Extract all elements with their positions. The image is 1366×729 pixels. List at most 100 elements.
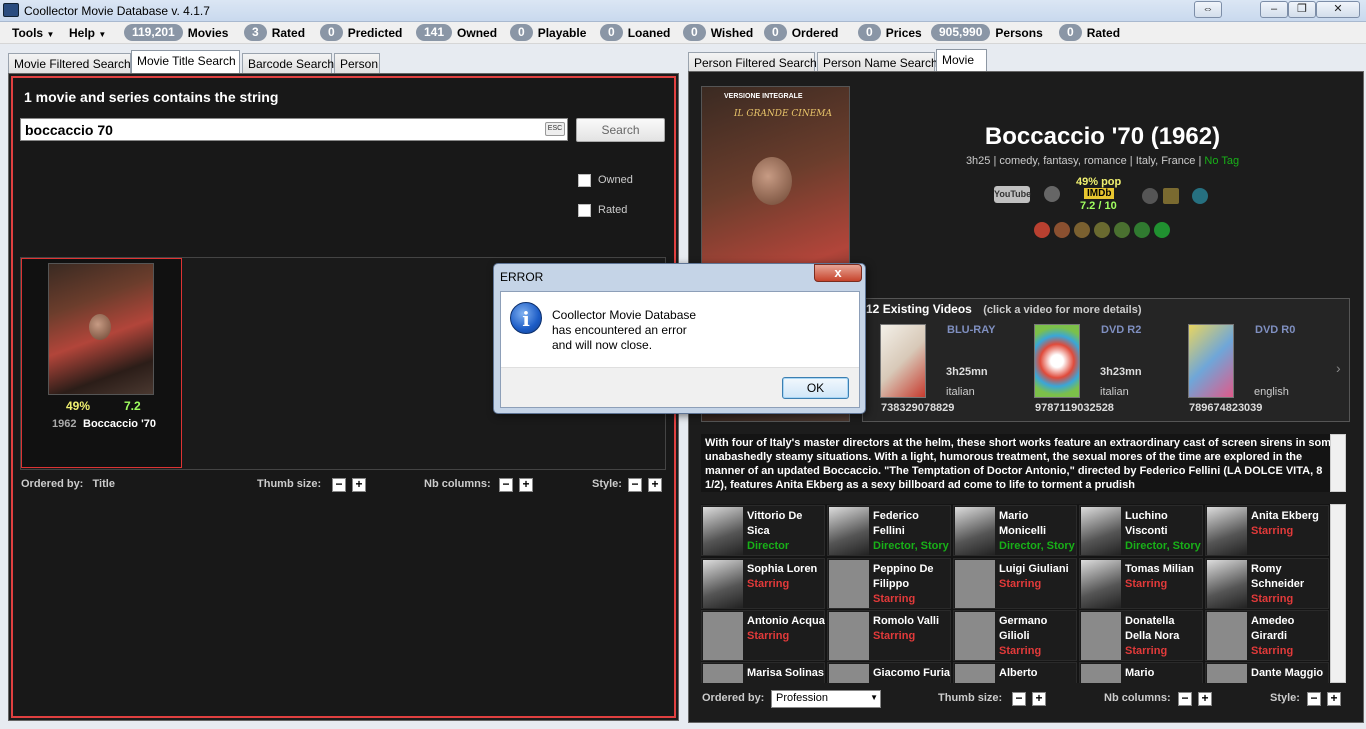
video-item[interactable]: DVD R0 english 789674823039 — [1188, 322, 1338, 418]
stat-prices[interactable]: 0 Prices — [858, 24, 922, 41]
cast-member[interactable]: Romy Schneider Starring — [1205, 558, 1329, 609]
folder-icon[interactable] — [1163, 188, 1179, 204]
cast-scrollbar[interactable] — [1330, 504, 1346, 683]
tab-person[interactable]: Person — [334, 53, 380, 73]
cast-style-increase-button[interactable]: + — [1327, 692, 1341, 706]
cast-member[interactable]: Anita Ekberg Starring — [1205, 505, 1329, 556]
stat-wished[interactable]: 0 Wished — [683, 24, 753, 41]
imdb-icon[interactable]: IMDb — [1084, 188, 1115, 199]
cast-name: Sophia Loren — [747, 563, 818, 575]
search-input[interactable] — [20, 118, 568, 141]
thumb-size-increase-button[interactable]: + — [352, 478, 366, 492]
rate-3-icon[interactable] — [1074, 222, 1090, 238]
stat-ordered[interactable]: 0 Ordered — [764, 24, 838, 41]
dialog-close-button[interactable]: x — [814, 264, 862, 282]
stat-rated[interactable]: 0 Rated — [1059, 24, 1120, 41]
stat-playable[interactable]: 0 Playable — [510, 24, 586, 41]
video-item[interactable]: BLU-RAY 3h25mn italian 738329078829 — [880, 322, 1030, 418]
rate-5-icon[interactable] — [1114, 222, 1130, 238]
cast-member[interactable]: Peppino De Filippo Starring — [827, 558, 951, 609]
play-icon[interactable] — [1192, 188, 1208, 204]
cast-thumb-increase-button[interactable]: + — [1032, 692, 1046, 706]
cast-name: Marisa Solinas — [747, 667, 825, 679]
tab-movie[interactable]: Movie — [936, 49, 987, 72]
cast-role: Starring — [1125, 578, 1168, 590]
cast-order-select[interactable]: Profession ▼ — [771, 690, 881, 708]
maximize-button[interactable]: ❐ — [1288, 1, 1316, 18]
app-icon — [3, 3, 19, 17]
style-decrease-button[interactable]: − — [628, 478, 642, 492]
stat-loaned[interactable]: 0 Loaned — [600, 24, 670, 41]
video-item[interactable]: DVD R2 3h23mn italian 9787119032528 — [1034, 322, 1184, 418]
movie-tag-link[interactable]: No Tag — [1204, 155, 1239, 167]
tab-movie-filtered-search[interactable]: Movie Filtered Search — [8, 53, 131, 73]
stat-count: 141 — [416, 24, 453, 41]
cast-member[interactable]: Marisa Solinas — [701, 662, 825, 683]
columns-increase-button[interactable]: + — [519, 478, 533, 492]
tab-person-filtered-search[interactable]: Person Filtered Search — [688, 52, 817, 72]
menu-help[interactable]: Help ▼ — [69, 26, 106, 40]
search-button[interactable]: Search — [576, 118, 665, 142]
rate-4-icon[interactable] — [1094, 222, 1110, 238]
cast-photo — [829, 560, 869, 608]
tab-movie-title-search[interactable]: Movie Title Search — [131, 50, 240, 73]
rated-checkbox[interactable] — [578, 204, 591, 217]
owned-checkbox[interactable] — [578, 174, 591, 187]
thumb-size-decrease-button[interactable]: − — [332, 478, 346, 492]
youtube-icon[interactable]: YouTube — [994, 186, 1031, 203]
cast-member[interactable]: Dante Maggio — [1205, 662, 1329, 683]
cast-member[interactable]: Donatella Della Nora Starring — [1079, 610, 1203, 661]
rate-7-icon[interactable] — [1154, 222, 1170, 238]
close-window-button[interactable]: ✕ — [1316, 1, 1360, 18]
cast-member[interactable]: Giacomo Furia — [827, 662, 951, 683]
cast-columns-decrease-button[interactable]: − — [1178, 692, 1192, 706]
columns-decrease-button[interactable]: − — [499, 478, 513, 492]
synopsis-scrollbar[interactable] — [1330, 434, 1346, 492]
cast-member[interactable]: Luchino Visconti Director, Story — [1079, 505, 1203, 556]
cast-member[interactable]: Germano Gilioli Starring — [953, 610, 1077, 661]
cast-member[interactable]: Mario Monicelli Director, Story — [953, 505, 1077, 556]
cast-member[interactable]: Amedeo Girardi Starring — [1205, 610, 1329, 661]
cast-thumb-decrease-button[interactable]: − — [1012, 692, 1026, 706]
cast-grid: Vittorio De Sica Director Federico Fellini… — [701, 504, 1346, 683]
chevron-right-icon[interactable]: › — [1336, 360, 1341, 376]
minimize-button[interactable]: – — [1260, 1, 1288, 18]
cast-columns-increase-button[interactable]: + — [1198, 692, 1212, 706]
restore-window-icon[interactable]: ⇔ — [1194, 1, 1222, 18]
cast-member[interactable]: Vittorio De Sica Director — [701, 505, 825, 556]
stat-owned[interactable]: 141 Owned — [416, 24, 497, 41]
stat-persons[interactable]: 905,990 Persons — [931, 24, 1043, 41]
cast-member[interactable]: Antonio Acqua Starring — [701, 610, 825, 661]
rate-1-icon[interactable] — [1034, 222, 1050, 238]
ok-button[interactable]: OK — [782, 377, 849, 399]
stat-count: 0 — [683, 24, 706, 41]
trailer-icon[interactable] — [1044, 186, 1060, 202]
cast-style-decrease-button[interactable]: − — [1307, 692, 1321, 706]
escape-clear-icon[interactable]: ESC — [545, 122, 565, 136]
video-language: italian — [1100, 386, 1129, 398]
cast-role: Starring — [747, 630, 790, 642]
cast-member[interactable]: Alberto — [953, 662, 1077, 683]
search-icon[interactable] — [1142, 188, 1158, 204]
cast-member[interactable]: Mario — [1079, 662, 1203, 683]
tab-barcode-search[interactable]: Barcode Search — [242, 53, 334, 73]
stat-label: Persons — [995, 25, 1043, 40]
cast-member[interactable]: Sophia Loren Starring — [701, 558, 825, 609]
cast-member[interactable]: Tomas Milian Starring — [1079, 558, 1203, 609]
ordered-by-value[interactable]: Title — [93, 478, 115, 490]
cast-member[interactable]: Federico Fellini Director, Story — [827, 505, 951, 556]
result-poster-image[interactable] — [48, 263, 154, 395]
cast-nb-columns-label: Nb columns: — [1104, 692, 1171, 704]
style-increase-button[interactable]: + — [648, 478, 662, 492]
stat-rated[interactable]: 3 Rated — [244, 24, 305, 41]
menu-tools[interactable]: Tools ▼ — [12, 26, 54, 40]
cast-member[interactable]: Romolo Valli Starring — [827, 610, 951, 661]
rate-6-icon[interactable] — [1134, 222, 1150, 238]
result-title[interactable]: Boccaccio '70 — [83, 418, 156, 430]
tab-person-name-search[interactable]: Person Name Search — [817, 52, 938, 72]
cast-member[interactable]: Luigi Giuliani Starring — [953, 558, 1077, 609]
stat-movies[interactable]: 119,201 Movies — [124, 24, 228, 41]
stat-predicted[interactable]: 0 Predicted — [320, 24, 402, 41]
rate-2-icon[interactable] — [1054, 222, 1070, 238]
stat-count: 0 — [600, 24, 623, 41]
